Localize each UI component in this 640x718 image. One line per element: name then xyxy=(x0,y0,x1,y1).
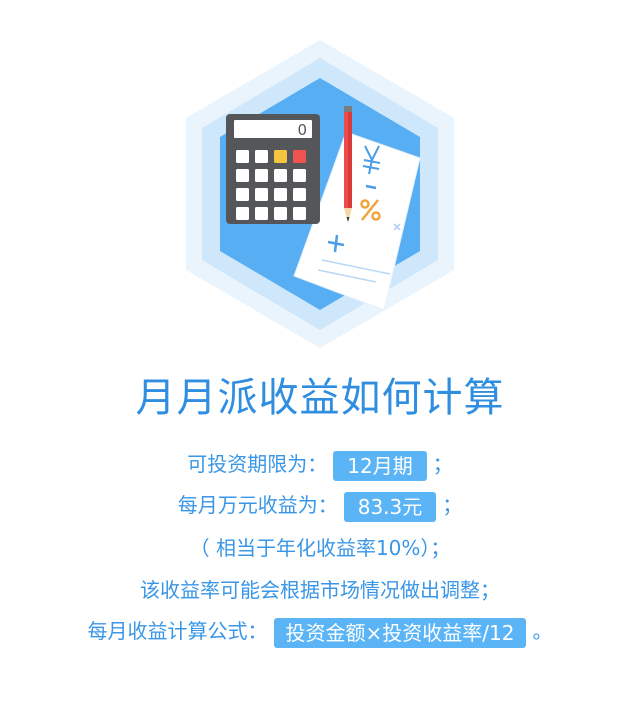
monthly-return-label: 每月万元收益为： xyxy=(177,493,338,517)
period-suffix: ； xyxy=(432,452,453,476)
period-value-badge: 12月期 xyxy=(333,450,427,481)
monthly-return-line: 每月万元收益为： 83.3元； xyxy=(0,488,640,522)
page-title: 月月派收益如何计算 xyxy=(135,375,505,421)
investment-period-line: 可投资期限为： 12月期； xyxy=(0,447,640,481)
hero-illustration: 0 xyxy=(176,36,464,352)
calculator-badge-illustration: 0 xyxy=(186,40,454,348)
monthly-return-suffix: ； xyxy=(442,493,463,517)
calculator-icon: 0 xyxy=(226,114,320,224)
formula-value-badge: 投资金额×投资收益率/12 xyxy=(273,617,527,648)
formula-label: 每月收益计算公式： xyxy=(87,619,268,643)
pencil-icon xyxy=(344,106,352,222)
calculator-display: 0 xyxy=(297,121,307,139)
rate-adjustment-note: 该收益率可能会根据市场情况做出调整； xyxy=(140,578,500,602)
period-label: 可投资期限为： xyxy=(187,452,328,476)
annual-rate-note: （ 相当于年化收益率10%）； xyxy=(189,536,451,560)
formula-suffix: 。 xyxy=(532,619,553,643)
monthly-return-value-badge: 83.3元 xyxy=(343,491,437,522)
formula-line: 每月收益计算公式： 投资金额×投资收益率/12。 xyxy=(0,614,640,648)
